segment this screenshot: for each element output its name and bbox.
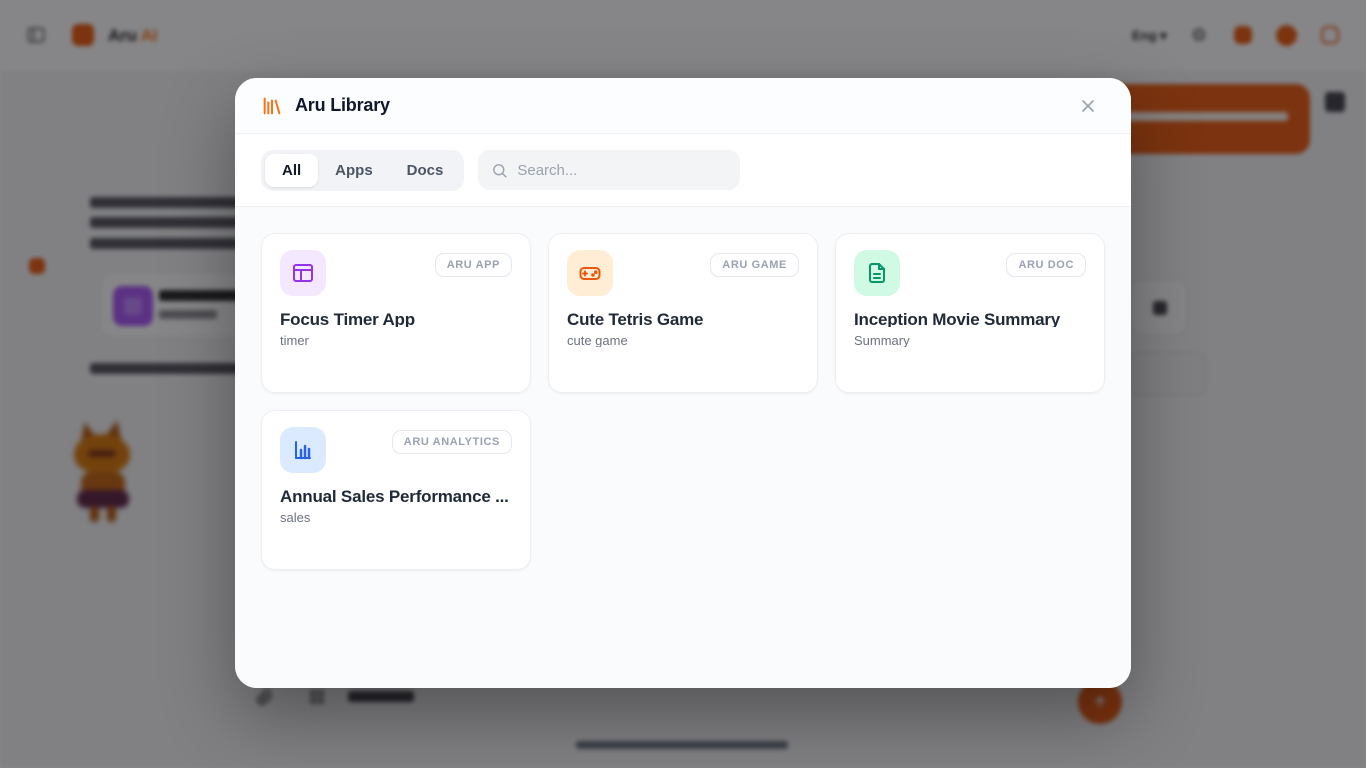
library-card-tetris-game[interactable]: ARU GAME Cute Tetris Game cute game [548,233,818,393]
library-grid: ARU APP Focus Timer App timer ARU GAME C… [235,207,1131,688]
app-root: Aru AI Eng ▾ ⚙ [0,0,1366,768]
search-box[interactable] [478,150,740,190]
card-badge: ARU ANALYTICS [392,430,512,454]
library-card-focus-timer[interactable]: ARU APP Focus Timer App timer [261,233,531,393]
layout-template-icon [280,250,326,296]
card-badge: ARU DOC [1006,253,1086,277]
aru-library-modal: Aru Library All Apps Docs [235,78,1131,688]
tab-docs[interactable]: Docs [390,154,461,187]
search-input[interactable] [517,162,727,179]
tab-apps[interactable]: Apps [318,154,390,187]
card-title: Focus Timer App [280,310,512,327]
card-subtitle: Summary [854,333,1086,347]
library-icon [261,95,283,117]
card-subtitle: cute game [567,333,799,347]
card-badge: ARU APP [435,253,512,277]
modal-header: Aru Library [235,78,1131,134]
card-subtitle: sales [280,510,512,524]
card-title: Cute Tetris Game [567,310,799,327]
filter-row: All Apps Docs [235,134,1131,207]
tab-all[interactable]: All [265,154,318,187]
card-badge: ARU GAME [710,253,799,277]
close-button[interactable] [1071,89,1105,123]
card-title: Inception Movie Summary [854,310,1086,327]
gamepad-icon [567,250,613,296]
search-icon [491,162,508,179]
tab-group: All Apps Docs [261,150,464,191]
bar-chart-icon [280,427,326,473]
card-title: Annual Sales Performance ... [280,487,512,504]
library-card-annual-sales[interactable]: ARU ANALYTICS Annual Sales Performance .… [261,410,531,570]
library-card-inception-summary[interactable]: ARU DOC Inception Movie Summary Summary [835,233,1105,393]
modal-title: Aru Library [295,95,390,116]
card-subtitle: timer [280,333,512,347]
file-text-icon [854,250,900,296]
